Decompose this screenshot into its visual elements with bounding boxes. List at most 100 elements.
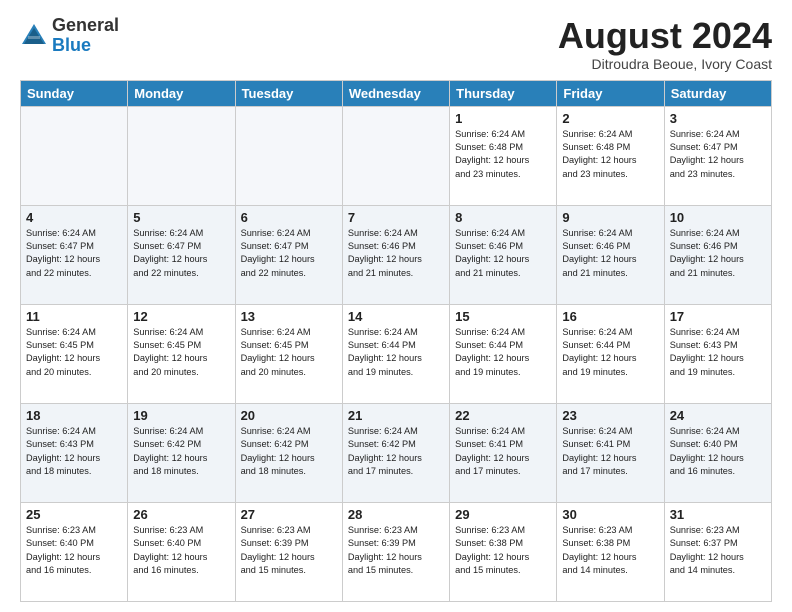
day-cell-25: 25 Sunrise: 6:23 AM Sunset: 6:40 PM Dayli… — [21, 502, 128, 601]
day-info: Sunrise: 6:24 AM Sunset: 6:47 PM Dayligh… — [26, 227, 122, 280]
day-number: 31 — [670, 507, 766, 522]
empty-cell — [128, 106, 235, 205]
col-header-friday: Friday — [557, 80, 664, 106]
day-cell-22: 22 Sunrise: 6:24 AM Sunset: 6:41 PM Dayli… — [450, 403, 557, 502]
day-info: Sunrise: 6:24 AM Sunset: 6:47 PM Dayligh… — [133, 227, 229, 280]
col-header-thursday: Thursday — [450, 80, 557, 106]
day-number: 27 — [241, 507, 337, 522]
day-number: 29 — [455, 507, 551, 522]
calendar-header-row: SundayMondayTuesdayWednesdayThursdayFrid… — [21, 80, 772, 106]
day-cell-13: 13 Sunrise: 6:24 AM Sunset: 6:45 PM Dayli… — [235, 304, 342, 403]
day-number: 13 — [241, 309, 337, 324]
logo: General Blue — [20, 16, 119, 56]
day-cell-16: 16 Sunrise: 6:24 AM Sunset: 6:44 PM Dayli… — [557, 304, 664, 403]
col-header-saturday: Saturday — [664, 80, 771, 106]
day-cell-30: 30 Sunrise: 6:23 AM Sunset: 6:38 PM Dayli… — [557, 502, 664, 601]
day-number: 4 — [26, 210, 122, 225]
day-info: Sunrise: 6:23 AM Sunset: 6:40 PM Dayligh… — [133, 524, 229, 577]
day-number: 25 — [26, 507, 122, 522]
day-info: Sunrise: 6:24 AM Sunset: 6:43 PM Dayligh… — [670, 326, 766, 379]
day-number: 3 — [670, 111, 766, 126]
day-cell-23: 23Sunrise: 6:24 AM Sunset: 6:41 PM Dayli… — [557, 403, 664, 502]
day-cell-9: 9Sunrise: 6:24 AM Sunset: 6:46 PM Daylig… — [557, 205, 664, 304]
day-cell-7: 7 Sunrise: 6:24 AM Sunset: 6:46 PM Daylig… — [342, 205, 449, 304]
day-cell-18: 18Sunrise: 6:24 AM Sunset: 6:43 PM Dayli… — [21, 403, 128, 502]
month-title: August 2024 — [558, 16, 772, 56]
day-info: Sunrise: 6:24 AM Sunset: 6:43 PM Dayligh… — [26, 425, 122, 478]
location: Ditroudra Beoue, Ivory Coast — [558, 56, 772, 72]
day-number: 19 — [133, 408, 229, 423]
logo-blue-text: Blue — [52, 35, 91, 55]
day-number: 8 — [455, 210, 551, 225]
day-info: Sunrise: 6:24 AM Sunset: 6:46 PM Dayligh… — [348, 227, 444, 280]
title-block: August 2024 Ditroudra Beoue, Ivory Coast — [558, 16, 772, 72]
day-info: Sunrise: 6:24 AM Sunset: 6:46 PM Dayligh… — [455, 227, 551, 280]
day-info: Sunrise: 6:23 AM Sunset: 6:38 PM Dayligh… — [562, 524, 658, 577]
day-cell-5: 5 Sunrise: 6:24 AM Sunset: 6:47 PM Daylig… — [128, 205, 235, 304]
col-header-tuesday: Tuesday — [235, 80, 342, 106]
day-info: Sunrise: 6:24 AM Sunset: 6:44 PM Dayligh… — [348, 326, 444, 379]
day-info: Sunrise: 6:24 AM Sunset: 6:48 PM Dayligh… — [562, 128, 658, 181]
empty-cell — [342, 106, 449, 205]
day-number: 9 — [562, 210, 658, 225]
day-number: 24 — [670, 408, 766, 423]
day-info: Sunrise: 6:24 AM Sunset: 6:42 PM Dayligh… — [133, 425, 229, 478]
day-info: Sunrise: 6:23 AM Sunset: 6:38 PM Dayligh… — [455, 524, 551, 577]
calendar-week-row: 18Sunrise: 6:24 AM Sunset: 6:43 PM Dayli… — [21, 403, 772, 502]
day-info: Sunrise: 6:24 AM Sunset: 6:44 PM Dayligh… — [455, 326, 551, 379]
day-cell-15: 15 Sunrise: 6:24 AM Sunset: 6:44 PM Dayli… — [450, 304, 557, 403]
day-cell-14: 14Sunrise: 6:24 AM Sunset: 6:44 PM Dayli… — [342, 304, 449, 403]
header: General Blue August 2024 Ditroudra Beoue… — [20, 16, 772, 72]
day-info: Sunrise: 6:24 AM Sunset: 6:48 PM Dayligh… — [455, 128, 551, 181]
day-cell-28: 28Sunrise: 6:23 AM Sunset: 6:39 PM Dayli… — [342, 502, 449, 601]
day-number: 11 — [26, 309, 122, 324]
day-cell-19: 19 Sunrise: 6:24 AM Sunset: 6:42 PM Dayli… — [128, 403, 235, 502]
day-number: 12 — [133, 309, 229, 324]
day-cell-20: 20 Sunrise: 6:24 AM Sunset: 6:42 PM Dayli… — [235, 403, 342, 502]
day-number: 28 — [348, 507, 444, 522]
day-number: 2 — [562, 111, 658, 126]
day-cell-21: 21 Sunrise: 6:24 AM Sunset: 6:42 PM Dayli… — [342, 403, 449, 502]
day-info: Sunrise: 6:24 AM Sunset: 6:47 PM Dayligh… — [241, 227, 337, 280]
day-info: Sunrise: 6:24 AM Sunset: 6:45 PM Dayligh… — [241, 326, 337, 379]
day-cell-11: 11 Sunrise: 6:24 AM Sunset: 6:45 PM Dayli… — [21, 304, 128, 403]
day-number: 16 — [562, 309, 658, 324]
day-number: 7 — [348, 210, 444, 225]
logo-text: General Blue — [52, 16, 119, 56]
day-cell-17: 17 Sunrise: 6:24 AM Sunset: 6:43 PM Dayli… — [664, 304, 771, 403]
day-info: Sunrise: 6:24 AM Sunset: 6:42 PM Dayligh… — [348, 425, 444, 478]
day-cell-24: 24Sunrise: 6:24 AM Sunset: 6:40 PM Dayli… — [664, 403, 771, 502]
day-number: 26 — [133, 507, 229, 522]
day-cell-1: 1 Sunrise: 6:24 AM Sunset: 6:48 PM Daylig… — [450, 106, 557, 205]
day-number: 6 — [241, 210, 337, 225]
day-cell-26: 26 Sunrise: 6:23 AM Sunset: 6:40 PM Dayli… — [128, 502, 235, 601]
day-info: Sunrise: 6:24 AM Sunset: 6:42 PM Dayligh… — [241, 425, 337, 478]
day-info: Sunrise: 6:24 AM Sunset: 6:41 PM Dayligh… — [455, 425, 551, 478]
day-number: 17 — [670, 309, 766, 324]
logo-general: General — [52, 15, 119, 35]
day-cell-27: 27 Sunrise: 6:23 AM Sunset: 6:39 PM Dayli… — [235, 502, 342, 601]
day-cell-6: 6 Sunrise: 6:24 AM Sunset: 6:47 PM Daylig… — [235, 205, 342, 304]
day-info: Sunrise: 6:23 AM Sunset: 6:37 PM Dayligh… — [670, 524, 766, 577]
day-number: 20 — [241, 408, 337, 423]
day-info: Sunrise: 6:23 AM Sunset: 6:40 PM Dayligh… — [26, 524, 122, 577]
day-info: Sunrise: 6:24 AM Sunset: 6:45 PM Dayligh… — [26, 326, 122, 379]
day-cell-29: 29 Sunrise: 6:23 AM Sunset: 6:38 PM Dayli… — [450, 502, 557, 601]
day-info: Sunrise: 6:24 AM Sunset: 6:44 PM Dayligh… — [562, 326, 658, 379]
day-info: Sunrise: 6:23 AM Sunset: 6:39 PM Dayligh… — [241, 524, 337, 577]
day-info: Sunrise: 6:24 AM Sunset: 6:47 PM Dayligh… — [670, 128, 766, 181]
page: General Blue August 2024 Ditroudra Beoue… — [0, 0, 792, 612]
day-info: Sunrise: 6:24 AM Sunset: 6:45 PM Dayligh… — [133, 326, 229, 379]
day-number: 5 — [133, 210, 229, 225]
day-number: 1 — [455, 111, 551, 126]
day-number: 30 — [562, 507, 658, 522]
day-cell-3: 3 Sunrise: 6:24 AM Sunset: 6:47 PM Daylig… — [664, 106, 771, 205]
day-cell-10: 10Sunrise: 6:24 AM Sunset: 6:46 PM Dayli… — [664, 205, 771, 304]
day-cell-12: 12 Sunrise: 6:24 AM Sunset: 6:45 PM Dayli… — [128, 304, 235, 403]
day-number: 21 — [348, 408, 444, 423]
day-cell-8: 8 Sunrise: 6:24 AM Sunset: 6:46 PM Daylig… — [450, 205, 557, 304]
day-number: 15 — [455, 309, 551, 324]
empty-cell — [21, 106, 128, 205]
day-number: 22 — [455, 408, 551, 423]
day-info: Sunrise: 6:24 AM Sunset: 6:41 PM Dayligh… — [562, 425, 658, 478]
